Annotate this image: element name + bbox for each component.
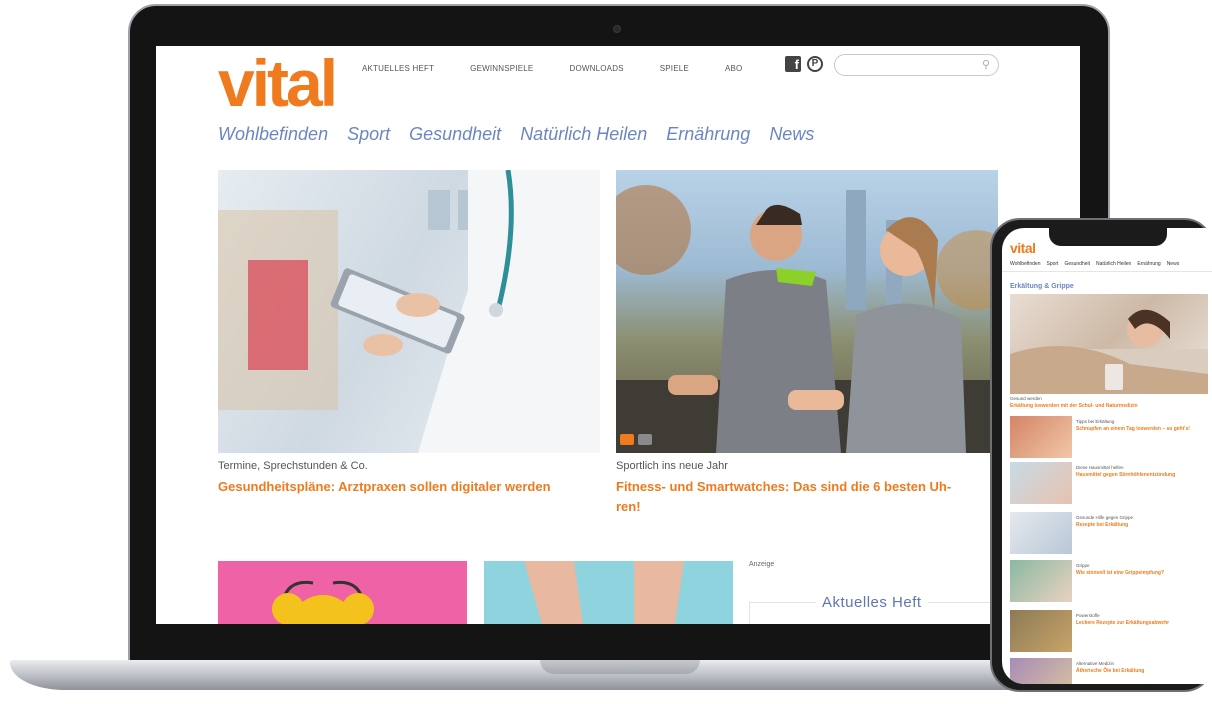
doctor-illustration <box>218 170 600 453</box>
phone-list-thumb <box>1010 416 1072 458</box>
phone-list-kicker: Powerstoffe <box>1076 613 1100 618</box>
phone-list-thumb <box>1010 658 1072 684</box>
article-kicker: Sportlich ins neue Jahr <box>616 460 728 472</box>
phone-list-thumb <box>1010 610 1072 652</box>
phone-list-item[interactable]: Alternative Medizin Ätherische Öle bei E… <box>1010 658 1210 684</box>
phone-list-item[interactable]: Grippe Wie sinnvoll ist eine Grippeimpfu… <box>1010 560 1210 602</box>
article-image-doctor[interactable] <box>218 170 600 453</box>
category-sport[interactable]: Sport <box>347 124 390 145</box>
phone-list-item[interactable]: Tipps bei Erkältung Schnupfen an einem T… <box>1010 416 1210 458</box>
runners-illustration <box>616 185 998 453</box>
top-nav-gewinnspiele[interactable]: GEWINNSPIELE <box>470 64 533 73</box>
top-nav-downloads[interactable]: DOWNLOADS <box>569 64 623 73</box>
phone-category-nav: Wohlbefinden Sport Gesundheit Natürlich … <box>1010 261 1179 267</box>
phone-nav-item[interactable]: Natürlich Heilen <box>1096 261 1131 267</box>
phone-list-headline: Hausmittel gegen Stirnhöhlenentzündung <box>1076 472 1176 478</box>
phone-list-headline: Schnupfen an einem Tag loswerden – so ge… <box>1076 426 1190 432</box>
top-nav-aktuelles-heft[interactable]: AKTUELLES HEFT <box>362 64 434 73</box>
phone-list-kicker: Gesunde Hilfe gegen Grippe <box>1076 515 1134 520</box>
facebook-icon[interactable]: f <box>785 56 801 72</box>
phone-section-title: Erkältung & Grippe <box>1010 283 1074 290</box>
phone-hero-image[interactable] <box>1010 294 1208 394</box>
laptop-base-notch <box>540 660 700 674</box>
category-nav: Wohlbefinden Sport Gesundheit Natürlich … <box>218 124 814 145</box>
category-news[interactable]: News <box>769 124 814 145</box>
top-nav-abo[interactable]: ABO <box>725 64 743 73</box>
phone-nav-item[interactable]: Ernährung <box>1137 261 1160 267</box>
alarm-clock-icon <box>272 580 374 624</box>
teaser-image-hands[interactable] <box>484 561 733 624</box>
phone-list-item[interactable]: Gesunde Hilfe gegen Grippe Rezepte bei E… <box>1010 512 1210 554</box>
phone-nav-item[interactable]: News <box>1167 261 1180 267</box>
search-icon[interactable]: ⚲ <box>982 58 990 71</box>
article-kicker: Termine, Sprechstunden & Co. <box>218 460 368 472</box>
phone-list-headline: Leckere Rezepte zur Erkältungsabwehr <box>1076 620 1170 626</box>
search-box: ⚲ <box>834 54 999 76</box>
phone-list-kicker: Tipps bei Erkältung <box>1076 419 1115 424</box>
phone-screen: vital Wohlbefinden Sport Gesundheit Natü… <box>1002 228 1212 684</box>
divider <box>1002 271 1212 272</box>
phone-nav-item[interactable]: Sport <box>1047 261 1059 267</box>
pinterest-icon[interactable]: P <box>807 56 823 72</box>
article-headline-line-2: ren! <box>616 499 641 514</box>
laptop-screen: vital AKTUELLES HEFT GEWINNSPIELE DOWNLO… <box>156 46 1080 624</box>
top-nav-spiele[interactable]: SPIELE <box>660 64 689 73</box>
phone-list-headline: Ätherische Öle bei Erkältung <box>1076 668 1145 674</box>
phone-list-item[interactable]: Powerstoffe Leckere Rezepte zur Erkältun… <box>1010 610 1210 652</box>
category-wohlbefinden[interactable]: Wohlbefinden <box>218 124 328 145</box>
ad-label: Anzeige <box>749 561 775 568</box>
phone-hero-headline[interactable]: Erkältung loswerden mit der Schul- und N… <box>1010 403 1138 409</box>
phone-list-item[interactable]: Diese Hausmittel helfen Hausmittel gegen… <box>1010 462 1210 504</box>
phone-notch <box>1049 228 1167 246</box>
phone-site-logo[interactable]: vital <box>1010 240 1036 256</box>
phone-list-kicker: Alternative Medizin <box>1076 661 1115 666</box>
sick-woman-illustration <box>1010 309 1208 394</box>
site-logo[interactable]: vital <box>218 50 338 116</box>
phone-list-headline: Wie sinnvoll ist eine Grippeimpfung? <box>1076 570 1165 576</box>
article-headline-line-1: Fitness- und Smartwatches: Das sind die … <box>616 479 952 494</box>
phone-nav-item[interactable]: Wohlbefinden <box>1010 261 1041 267</box>
article-headline[interactable]: Gesundheitspläne: Arztpraxen sollen digi… <box>218 477 551 497</box>
top-nav: AKTUELLES HEFT GEWINNSPIELE DOWNLOADS SP… <box>362 64 742 73</box>
phone-list-kicker: Grippe <box>1076 563 1090 568</box>
phone-nav-item[interactable]: Gesundheit <box>1064 261 1090 267</box>
hands-illustration <box>524 561 684 624</box>
phone-list-thumb <box>1010 512 1072 554</box>
search-input[interactable] <box>845 55 975 76</box>
social-links: f P <box>785 56 823 72</box>
category-ernaehrung[interactable]: Ernährung <box>666 124 750 145</box>
phone-list-thumb <box>1010 462 1072 504</box>
category-gesundheit[interactable]: Gesundheit <box>409 124 501 145</box>
article-image-runners[interactable] <box>616 170 998 453</box>
category-natuerlich-heilen[interactable]: Natürlich Heilen <box>520 124 647 145</box>
phone-list-headline: Rezepte bei Erkältung <box>1076 522 1129 528</box>
article-headline[interactable]: Fitness- und Smartwatches: Das sind die … <box>616 477 951 517</box>
aktuelles-heft-title[interactable]: Aktuelles Heft <box>816 594 928 611</box>
laptop-camera <box>613 25 621 33</box>
phone-list-thumb <box>1010 560 1072 602</box>
phone-list-kicker: Diese Hausmittel helfen <box>1076 465 1124 470</box>
device-mockup: vital AKTUELLES HEFT GEWINNSPIELE DOWNLO… <box>0 0 1212 704</box>
phone-hero-kicker: Gesund werden <box>1010 396 1042 401</box>
teaser-image-alarm-clock[interactable] <box>218 561 467 624</box>
